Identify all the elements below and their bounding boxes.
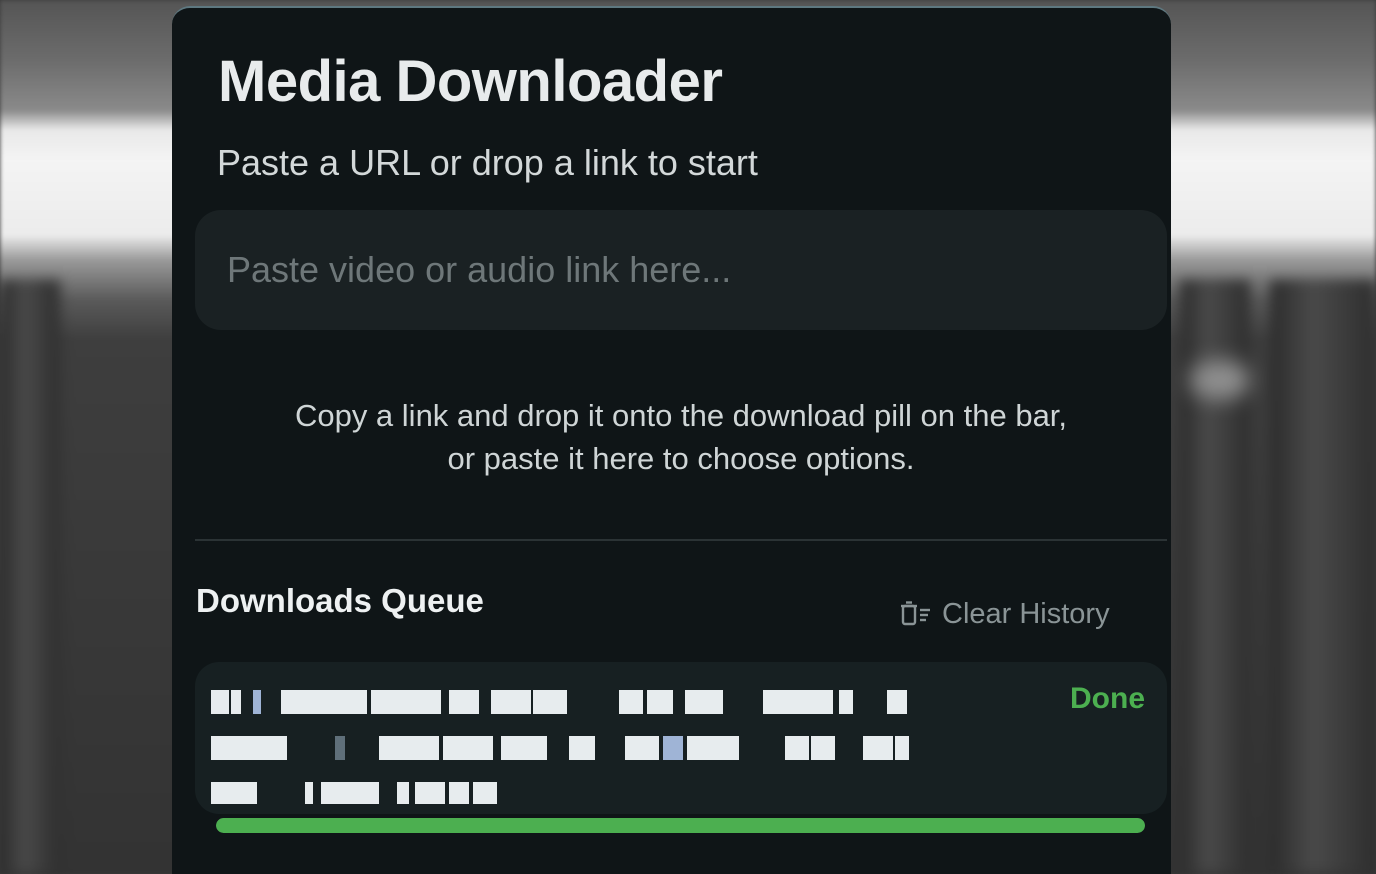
redacted-text-block (763, 690, 833, 714)
instructions-text: Copy a link and drop it onto the downloa… (195, 394, 1167, 480)
background-shape (0, 280, 60, 874)
queue-item-status: Done (1070, 682, 1145, 715)
redacted-text-block (685, 690, 723, 714)
background-shape (1270, 280, 1376, 874)
section-divider (195, 539, 1167, 541)
redacted-text-block (211, 736, 287, 760)
redacted-text-block (305, 782, 313, 804)
redacted-text-block (397, 782, 409, 804)
page-title: Media Downloader (218, 49, 723, 114)
redacted-text-block (449, 782, 469, 804)
page-subtitle: Paste a URL or drop a link to start (217, 142, 758, 183)
redacted-text-block (785, 736, 809, 760)
redacted-text-block (443, 736, 493, 760)
redacted-text-block (415, 782, 445, 804)
redacted-text-block (647, 690, 673, 714)
instructions-line: Copy a link and drop it onto the downloa… (294, 398, 1068, 433)
background-highlight (1190, 360, 1250, 400)
clear-history-label: Clear History (942, 597, 1110, 630)
redacted-text-block (619, 690, 643, 714)
redacted-text-block (321, 782, 379, 804)
redacted-text-block (887, 690, 907, 714)
redacted-text-block (253, 690, 261, 714)
redacted-text-block (335, 736, 345, 760)
clear-history-button[interactable]: Clear History (900, 594, 1110, 634)
url-input[interactable] (195, 210, 1167, 330)
redacted-text-block (371, 690, 441, 714)
queue-item-progress-fill (216, 818, 1145, 833)
redacted-text-block (211, 782, 257, 804)
redacted-text-block (687, 736, 739, 760)
redacted-text-block (449, 690, 479, 714)
instructions-line: or paste it here to choose options. (447, 441, 915, 476)
queue-item[interactable]: Done (195, 662, 1167, 814)
downloads-queue-title: Downloads Queue (196, 582, 484, 619)
redacted-text-block (501, 736, 547, 760)
redacted-text-block (211, 690, 229, 714)
redacted-text-block (839, 690, 853, 714)
redacted-text-block (625, 736, 659, 760)
redacted-text-block (811, 736, 835, 760)
redacted-text-block (533, 690, 567, 714)
redacted-text-block (863, 736, 893, 760)
redacted-text-block (379, 736, 439, 760)
redacted-text-block (895, 736, 909, 760)
queue-item-progress-bar (216, 818, 1145, 833)
media-downloader-panel: Media Downloader Paste a URL or drop a l… (172, 6, 1171, 874)
redacted-text-block (569, 736, 595, 760)
redacted-text-block (491, 690, 531, 714)
redacted-text-block (231, 690, 241, 714)
clear-history-icon (900, 600, 932, 628)
queue-item-name-redacted (211, 682, 911, 810)
redacted-text-block (281, 690, 367, 714)
redacted-text-block (663, 736, 683, 760)
redacted-text-block (473, 782, 497, 804)
